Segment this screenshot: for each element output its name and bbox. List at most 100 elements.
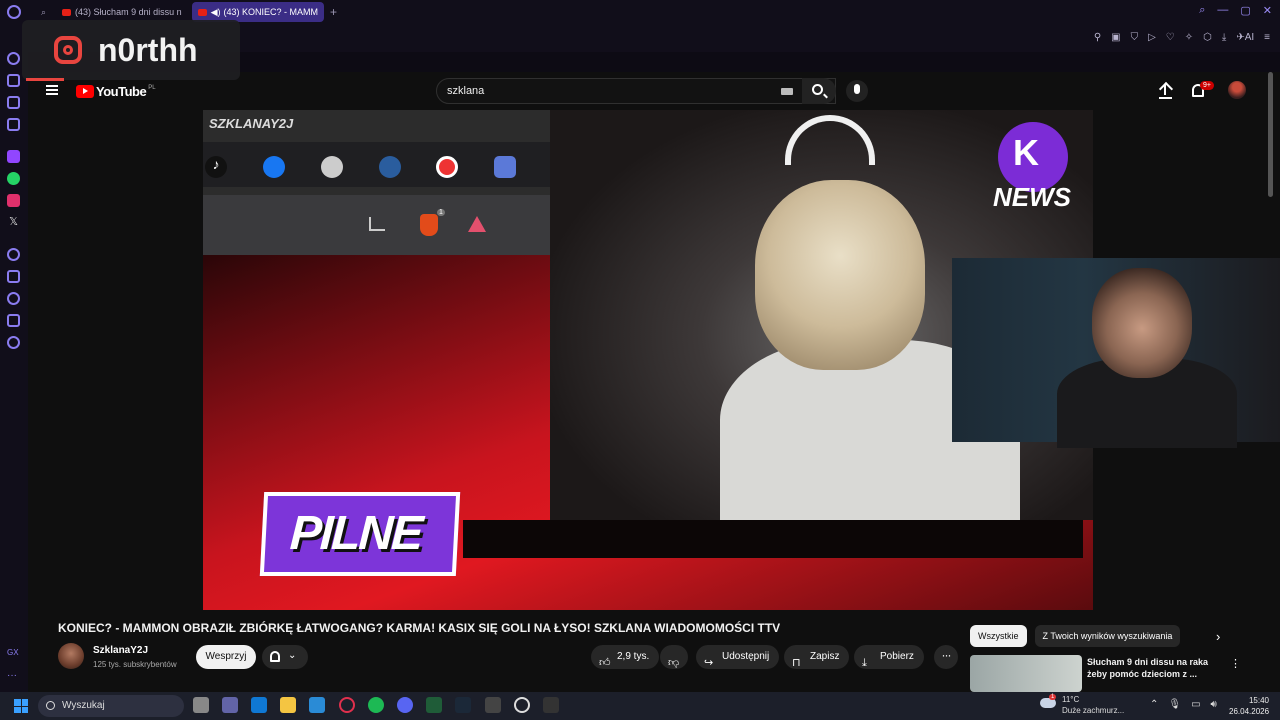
weather-widget[interactable]: 11°C Duże zachmurz... (1062, 694, 1124, 716)
scrollbar[interactable] (1268, 72, 1273, 197)
ai-button[interactable]: ✈AI (1236, 32, 1254, 43)
x-icon[interactable]: 𝕏 (7, 216, 20, 229)
pilne-text: PILNE (288, 507, 423, 560)
system-clock[interactable]: 15:40 26.04.2026 (1229, 695, 1269, 717)
youtube-logo[interactable]: YouTube PL (76, 84, 156, 99)
like-button[interactable]: 👍︎ 2,9 tys. (591, 645, 660, 669)
gx-icon[interactable]: GX (7, 648, 20, 661)
box-icon[interactable]: ⬡ (1203, 32, 1212, 43)
download-icon[interactable]: ⤓ (1222, 32, 1226, 43)
chevron-right-icon[interactable]: › (1216, 629, 1220, 644)
opera-logo-icon[interactable] (7, 5, 21, 19)
download-label: Pobierz (880, 651, 914, 662)
excel-icon[interactable] (426, 697, 442, 713)
dislike-button[interactable]: 👎︎ (660, 645, 688, 669)
settings-icon[interactable] (7, 336, 20, 349)
new-tab-button[interactable]: + (330, 5, 337, 19)
display-icon[interactable]: ▭ (1191, 699, 1200, 710)
steam-icon[interactable] (455, 697, 471, 713)
recommendation-title[interactable]: Słucham 9 dni dissu na raka żeby pomóc d… (1087, 656, 1227, 680)
chevron-up-icon[interactable]: ⌃ (1150, 699, 1158, 710)
maximize-icon[interactable]: ▢ (1240, 4, 1250, 17)
save-label: Zapisz (810, 651, 840, 662)
share-icon: ↪ (704, 657, 714, 669)
whatsapp-icon[interactable] (7, 172, 20, 185)
clock-date: 26.04.2026 (1229, 707, 1270, 716)
recommendation-thumbnail[interactable] (970, 655, 1082, 692)
facebook-icon (263, 156, 285, 178)
gx-corner-icon[interactable] (7, 118, 20, 131)
video-overlay-webcam (952, 258, 1280, 448)
avatar[interactable] (1228, 81, 1246, 99)
save-button[interactable]: ⊓ Zapisz (784, 645, 850, 669)
app-icon-2[interactable] (543, 697, 559, 713)
more-actions-button[interactable]: ··· (934, 645, 958, 669)
keyboard-icon[interactable] (781, 88, 793, 95)
app-icon[interactable] (485, 697, 501, 713)
extensions-icon[interactable]: ✧ (1185, 32, 1193, 43)
windows-start-icon[interactable] (14, 699, 28, 713)
teams-icon[interactable] (222, 697, 238, 713)
minimize-icon[interactable]: — (1217, 4, 1228, 17)
menu-icon[interactable]: ≡ (1264, 32, 1270, 43)
recommendation-more-icon[interactable]: ⋮ (1230, 657, 1241, 670)
clock-icon[interactable] (7, 292, 20, 305)
channel-name[interactable]: SzklanaY2J (93, 645, 148, 656)
extension-icon (321, 156, 343, 178)
instagram-overlay: n0rthh (22, 20, 240, 80)
support-button[interactable]: Wesprzyj (196, 645, 256, 669)
share-button[interactable]: ↪ Udostępnij (696, 645, 780, 669)
discord-icon[interactable] (397, 697, 413, 713)
aria-icon[interactable] (7, 52, 20, 65)
snapshot-icon[interactable]: ▣ (1111, 32, 1120, 43)
app-icon (436, 156, 458, 178)
instagram-icon[interactable] (7, 194, 20, 207)
search-input[interactable]: szklana ✕ (436, 78, 836, 104)
atom-icon (379, 156, 401, 178)
search-icon[interactable]: ⌕ (1199, 4, 1205, 17)
play-icon[interactable]: ▷ (1148, 32, 1156, 43)
pin-icon[interactable]: ⚲ (1094, 32, 1101, 43)
search-button[interactable] (802, 78, 836, 104)
channel-avatar[interactable] (58, 643, 84, 669)
taskbar-search[interactable]: Wyszukaj (38, 695, 184, 717)
twitch-icon[interactable] (7, 150, 20, 163)
more-icon[interactable]: ··· (7, 670, 20, 683)
ai-label: AI (1244, 32, 1255, 43)
spotify-icon[interactable] (368, 697, 384, 713)
chip-all[interactable]: Wszystkie (970, 625, 1027, 647)
audio-icon: ◀) (210, 6, 221, 17)
shield-icon[interactable]: ⛉ (1131, 32, 1139, 43)
extensions-icon[interactable] (7, 314, 20, 327)
history-icon[interactable] (7, 270, 20, 283)
search-icon (812, 84, 823, 95)
task-view-icon[interactable] (193, 697, 209, 713)
mic-icon[interactable] (846, 80, 868, 102)
store-icon[interactable] (251, 697, 267, 713)
opera-gx-icon[interactable] (339, 697, 355, 713)
chevron-down-icon: ⌄ (288, 650, 297, 661)
close-icon[interactable]: ✕ (1263, 4, 1272, 17)
tab-koniec[interactable]: ◀) (43) KONIEC? - MAMM (191, 2, 325, 22)
obs-icon[interactable] (514, 697, 530, 713)
tab-slucham[interactable]: (43) Słucham 9 dni dissu n (56, 2, 188, 22)
system-tray: ⌃ 🎙︎ ▭ 🔊︎ (1150, 699, 1217, 710)
tab-search-icon[interactable]: ⌕ (35, 2, 52, 22)
triangle-icon (468, 216, 486, 232)
heart-icon[interactable]: ♡ (1166, 32, 1175, 43)
menu-icon[interactable] (46, 85, 58, 95)
mic-icon[interactable]: 🎙︎ (1168, 699, 1181, 710)
crypto-wallet-icon[interactable] (7, 74, 20, 87)
instagram-handle: n0rthh (98, 31, 198, 68)
bookmark-icon: ⊓ (792, 657, 801, 669)
mail-icon[interactable] (309, 697, 325, 713)
player-icon[interactable] (7, 248, 20, 261)
chip-from-search[interactable]: Z Twoich wyników wyszukiwania (1034, 625, 1181, 647)
volume-icon[interactable]: 🔊︎ (1211, 699, 1217, 710)
subscription-bell-button[interactable]: ⌄ (262, 645, 308, 669)
file-explorer-icon[interactable] (280, 697, 296, 713)
messenger-icon[interactable] (7, 96, 20, 109)
download-button[interactable]: ⤓ Pobierz (854, 645, 924, 669)
youtube-favicon-icon (62, 8, 72, 16)
search-icon (46, 701, 55, 710)
